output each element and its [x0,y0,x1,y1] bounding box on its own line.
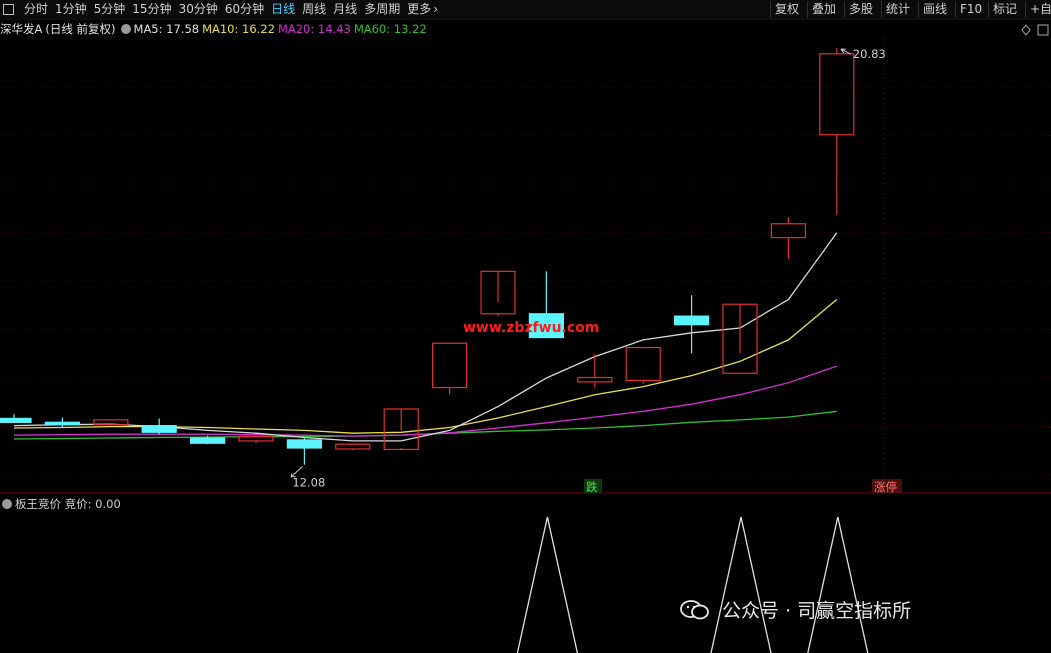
candle-body [190,437,226,444]
site-watermark: www.zbzfwu.com [463,320,599,336]
zhangting-tag: 涨停 [874,480,897,494]
candle-body [819,53,855,136]
candle-body [432,342,468,389]
moving-average-lines [13,232,838,442]
candle-body [44,421,81,426]
diamond-icon[interactable] [1021,24,1031,36]
candle-body [770,223,807,239]
candle-body [0,417,32,423]
candle-body [673,315,710,326]
wechat-watermark: 公众号 · 司赢空指标所 [680,597,911,625]
ma10-line [13,299,838,434]
indicator-dot-icon[interactable] [2,499,12,509]
indicator-peak [516,516,579,653]
die-tag: 跌 [586,480,598,494]
candlesticks [0,48,855,465]
kline-chart[interactable]: 20.83 12.08 跌 涨停 www.zbzfwu.com [0,0,1051,653]
candle-body [286,439,322,449]
candle-body [577,376,613,383]
candle-body [141,425,177,433]
wechat-account-text: 公众号 · 司赢空指标所 [722,600,912,622]
indicator-chart [516,516,869,653]
ma5-line [13,232,838,442]
indicator-peak [710,516,772,653]
indicator-value: 竞价: 0.00 [64,497,121,511]
candle-body [335,443,371,450]
candle-body [625,346,661,382]
low-price-label: 12.08 [292,476,325,490]
panel-toggle-icon[interactable] [1037,24,1049,36]
indicator-peak [807,516,869,653]
indicator-title: 板王竞价 竞价: 0.00 [0,496,121,512]
wechat-icon [680,600,709,620]
high-price-label: 20.83 [853,47,886,61]
indicator-name: 板王竞价 [15,497,61,511]
